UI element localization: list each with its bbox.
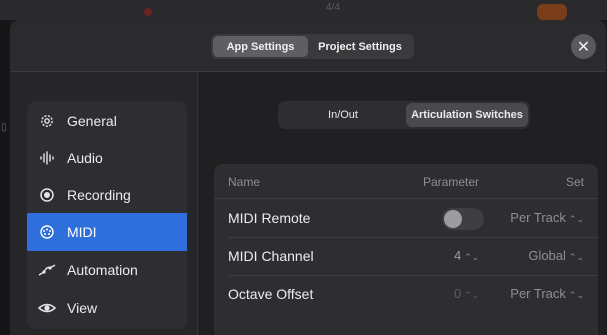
close-button[interactable]: ✕ (571, 34, 596, 59)
row-name: MIDI Channel (228, 248, 314, 264)
table-row: MIDI Remote Per Track ⌃⌄ (214, 200, 598, 237)
set-scope-selector[interactable]: Per Track ⌃⌄ (510, 210, 584, 225)
sidebar-item-label: Audio (67, 150, 103, 166)
chevron-updown-icon: ⌃⌄ (464, 252, 480, 262)
midi-channel-stepper[interactable]: 4 ⌃⌄ (454, 248, 479, 263)
sidebar-item-general[interactable]: General (27, 102, 187, 140)
settings-sheet: App Settings Project Settings ✕ General … (10, 20, 606, 335)
tab-project-settings[interactable]: Project Settings (308, 36, 412, 57)
midi-remote-toggle[interactable] (442, 208, 484, 230)
waveform-icon (27, 150, 67, 166)
settings-scope-switcher: App Settings Project Settings (211, 34, 414, 59)
settings-sidebar: General Audio Recording MIDI Automation … (27, 101, 187, 329)
column-header-parameter: Parameter (423, 175, 480, 189)
background-app-edge: ▯ (0, 20, 10, 335)
chevron-updown-icon: ⌃⌄ (568, 214, 584, 224)
tab-articulation-switches[interactable]: Articulation Switches (406, 103, 528, 127)
automation-icon (27, 262, 67, 278)
background-toolbar-button (537, 4, 567, 20)
table-row: MIDI Channel 4 ⌃⌄ Global ⌃⌄ (214, 238, 598, 275)
chevron-updown-icon: ⌃⌄ (568, 252, 584, 262)
sidebar-item-label: General (67, 113, 117, 129)
sidebar-item-automation[interactable]: Automation (27, 251, 187, 289)
tab-in-out[interactable]: In/Out (280, 103, 406, 127)
sidebar-item-midi[interactable]: MIDI (27, 213, 187, 251)
record-icon (27, 187, 67, 203)
column-header-name: Name (228, 175, 261, 189)
table-header: Name Parameter Set (214, 164, 598, 199)
set-scope-selector[interactable]: Per Track ⌃⌄ (510, 286, 584, 301)
chevron-updown-icon: ⌃⌄ (568, 290, 584, 300)
toggle-knob (444, 210, 462, 228)
eye-icon (27, 300, 67, 316)
record-indicator-icon (144, 8, 152, 16)
sidebar-item-audio[interactable]: Audio (27, 139, 187, 177)
gear-icon (27, 113, 67, 129)
sidebar-item-label: Automation (67, 262, 138, 278)
settings-header: App Settings Project Settings ✕ (10, 20, 606, 72)
sidebar-item-view[interactable]: View (27, 289, 187, 327)
set-scope-selector[interactable]: Global ⌃⌄ (528, 248, 584, 263)
sidebar-item-label: MIDI (67, 224, 97, 240)
time-signature-label: 4/4 (326, 2, 340, 13)
background-app-toolbar: 4/4 (0, 0, 607, 20)
row-name: Octave Offset (228, 286, 314, 302)
close-icon: ✕ (576, 38, 591, 56)
table-row: Octave Offset 0 ⌃⌄ Per Track ⌃⌄ (214, 276, 598, 313)
chevron-updown-icon: ⌃⌄ (464, 290, 480, 300)
sidebar-area: General Audio Recording MIDI Automation … (10, 73, 198, 335)
column-header-set: Set (565, 175, 584, 189)
sidebar-item-label: Recording (67, 187, 131, 203)
tab-app-settings[interactable]: App Settings (213, 36, 308, 57)
midi-section-switcher: In/Out Articulation Switches (278, 101, 530, 129)
octave-offset-stepper[interactable]: 0 ⌃⌄ (454, 286, 479, 301)
settings-content: In/Out Articulation Switches Name Parame… (199, 73, 606, 335)
sidebar-item-label: View (67, 300, 98, 316)
midi-settings-table: Name Parameter Set MIDI Remote Per Track… (214, 164, 598, 335)
sidebar-item-recording[interactable]: Recording (27, 176, 187, 214)
background-marker-icon: ▯ (1, 122, 7, 133)
midi-icon (27, 224, 67, 240)
row-name: MIDI Remote (228, 210, 311, 226)
